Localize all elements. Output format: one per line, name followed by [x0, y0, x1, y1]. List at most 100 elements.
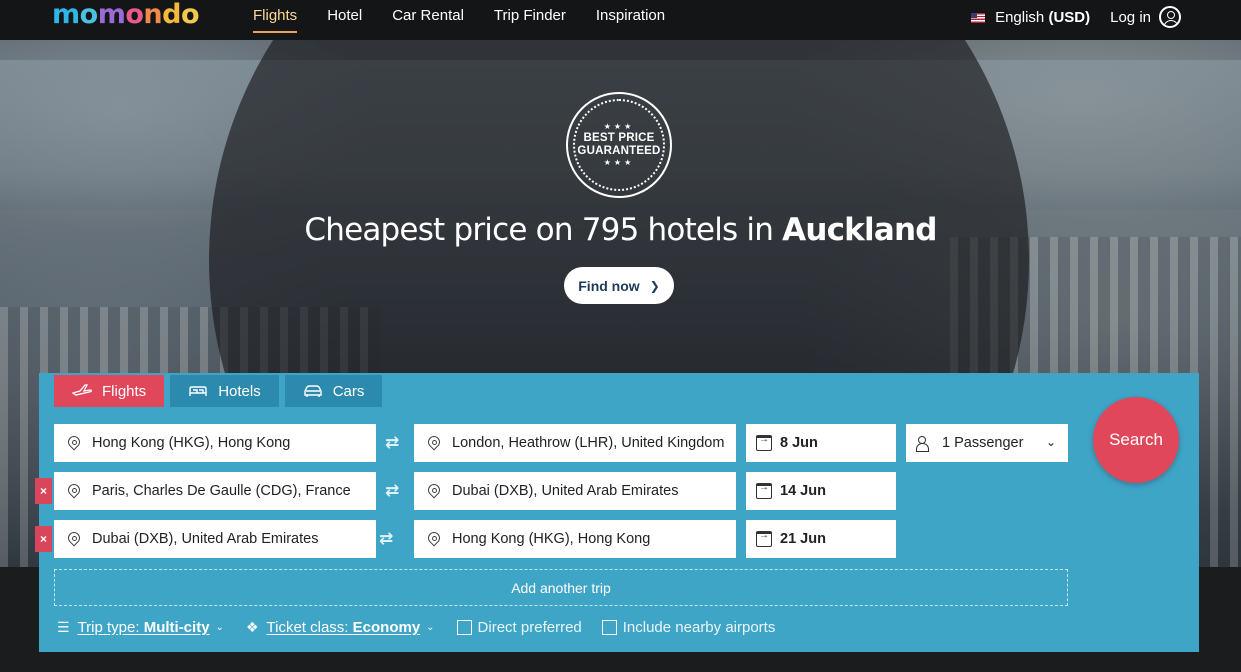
ticket-class-label: Ticket class:: [266, 619, 349, 636]
trip-type-value: Multi-city: [143, 619, 210, 636]
momondo-logo[interactable]: momondo: [52, 0, 200, 30]
ticket-class-value: Economy: [352, 619, 421, 636]
top-nav: momondo Flights Hotel Car Rental Trip Fi…: [0, 0, 1241, 40]
nearby-airports-label: Include nearby airports: [622, 619, 776, 636]
tab-cars[interactable]: Cars: [284, 375, 383, 407]
tab-hotels-label: Hotels: [218, 382, 261, 400]
logo-letter: m: [52, 0, 80, 30]
us-flag-icon: [971, 12, 986, 23]
swap-icon[interactable]: ⇄: [385, 433, 399, 453]
logo-letter: o: [79, 0, 99, 30]
destination-value-3: Hong Kong (HKG), Hong Kong: [452, 531, 651, 547]
location-pin-icon: [426, 435, 440, 451]
passenger-value: 1 Passenger: [942, 435, 1024, 451]
destination-field-3[interactable]: Hong Kong (HKG), Hong Kong: [414, 520, 736, 558]
nav-trip-finder[interactable]: Trip Finder: [494, 0, 566, 40]
best-price-badge: ★★★ BEST PRICE GUARANTEED ★★★: [566, 92, 672, 198]
plane-icon: [72, 384, 92, 396]
passengers-icon: [916, 436, 934, 452]
origin-value-2: Paris, Charles De Gaulle (CDG), France: [92, 483, 351, 499]
search-panel: Flights Hotels Cars Hong Kong (HKG), Hon…: [35, 373, 1199, 652]
location-pin-icon: [66, 483, 80, 499]
search-button[interactable]: Search: [1093, 397, 1179, 483]
nav-hotel[interactable]: Hotel: [327, 0, 362, 40]
logo-letter: d: [162, 0, 181, 30]
nav-flights[interactable]: Flights: [253, 0, 298, 40]
nav-inspiration[interactable]: Inspiration: [596, 0, 665, 40]
date-field-3[interactable]: 21 Jun: [746, 520, 896, 558]
origin-field-1[interactable]: Hong Kong (HKG), Hong Kong: [54, 424, 376, 462]
ticket-class-selector[interactable]: ❖ Ticket class: Economy ⌄: [246, 619, 435, 636]
date-field-1[interactable]: 8 Jun: [746, 424, 896, 462]
swap-icon[interactable]: ⇄: [379, 529, 393, 549]
find-now-button[interactable]: Find now ❯: [564, 267, 674, 304]
location-pin-icon: [426, 531, 440, 547]
chevron-down-icon: ⌄: [215, 622, 224, 633]
badge-line-1: BEST PRICE: [583, 132, 655, 144]
remove-trip-button-2[interactable]: ×: [35, 478, 52, 504]
logo-letter: o: [180, 0, 200, 30]
badge-line-2: GUARANTEED: [577, 145, 661, 157]
login-button[interactable]: Log in: [1110, 6, 1181, 28]
nav-right: English (USD) Log in: [971, 0, 1181, 34]
tab-flights-label: Flights: [102, 382, 147, 400]
headline-text: Cheapest price on 795 hotels in: [304, 212, 783, 248]
badge-stars-top: ★★★: [603, 122, 635, 131]
logo-letter: o: [125, 0, 144, 30]
calendar-icon: [756, 434, 772, 451]
tab-hotels[interactable]: Hotels: [170, 375, 279, 407]
add-another-trip-button[interactable]: Add another trip: [54, 569, 1068, 606]
destination-field-2[interactable]: Dubai (DXB), United Arab Emirates: [414, 472, 736, 510]
destination-value-2: Dubai (DXB), United Arab Emirates: [452, 483, 679, 499]
tab-flights[interactable]: Flights: [54, 375, 165, 407]
logo-letter: n: [143, 0, 163, 30]
swap-icon[interactable]: ⇄: [385, 481, 399, 501]
direct-preferred-option[interactable]: Direct preferred: [456, 619, 582, 636]
main-nav: Flights Hotel Car Rental Trip Finder Ins…: [253, 0, 695, 40]
nav-car-rental[interactable]: Car Rental: [392, 0, 464, 40]
origin-field-2[interactable]: Paris, Charles De Gaulle (CDG), France: [54, 472, 376, 510]
car-icon: [304, 385, 322, 397]
location-pin-icon: [66, 531, 80, 547]
date-value-2: 14 Jun: [780, 483, 826, 499]
nearby-airports-option[interactable]: Include nearby airports: [601, 619, 776, 636]
location-pin-icon: [426, 483, 440, 499]
calendar-icon: [756, 530, 772, 547]
direct-preferred-checkbox[interactable]: [456, 620, 472, 635]
tab-cars-label: Cars: [332, 382, 365, 400]
login-label: Log in: [1110, 8, 1151, 26]
language-label: English: [995, 8, 1045, 26]
calendar-icon: [756, 482, 772, 499]
passenger-selector[interactable]: 1 Passenger ⌄: [906, 424, 1068, 462]
origin-value-1: Hong Kong (HKG), Hong Kong: [92, 435, 291, 451]
search-options: ☰ Trip type: Multi-city ⌄ ❖ Ticket class…: [57, 619, 795, 636]
badge-stars-bottom: ★★★: [603, 158, 635, 167]
chevron-right-icon: ❯: [649, 278, 660, 293]
trip-type-label: Trip type:: [77, 619, 140, 636]
origin-field-3[interactable]: Dubai (DXB), United Arab Emirates: [54, 520, 376, 558]
ticket-icon: ❖: [245, 619, 259, 635]
find-now-label: Find now: [578, 277, 640, 294]
destination-field-1[interactable]: London, Heathrow (LHR), United Kingdom: [414, 424, 736, 462]
trip-type-selector[interactable]: ☰ Trip type: Multi-city ⌄: [57, 619, 224, 636]
direct-preferred-label: Direct preferred: [477, 619, 582, 636]
origin-value-3: Dubai (DXB), United Arab Emirates: [92, 531, 319, 547]
nearby-airports-checkbox[interactable]: [601, 620, 617, 635]
date-value-1: 8 Jun: [780, 435, 818, 451]
date-value-3: 21 Jun: [780, 531, 826, 547]
location-pin-icon: [66, 435, 80, 451]
hero-headline: Cheapest price on 795 hotels in Auckland: [0, 212, 1241, 248]
headline-city: Auckland: [782, 212, 937, 248]
language-selector[interactable]: English (USD): [971, 9, 1090, 26]
chevron-down-icon: ⌄: [1045, 435, 1056, 449]
sliders-icon: ☰: [57, 619, 70, 635]
destination-value-1: London, Heathrow (LHR), United Kingdom: [452, 435, 725, 451]
date-field-2[interactable]: 14 Jun: [746, 472, 896, 510]
bed-icon: [189, 386, 207, 396]
currency-label: (USD): [1048, 8, 1091, 26]
remove-trip-button-3[interactable]: ×: [35, 526, 52, 552]
user-icon: [1159, 6, 1181, 28]
logo-letter: m: [97, 0, 126, 30]
chevron-down-icon: ⌄: [426, 622, 435, 633]
search-tabs: Flights Hotels Cars: [54, 375, 383, 407]
